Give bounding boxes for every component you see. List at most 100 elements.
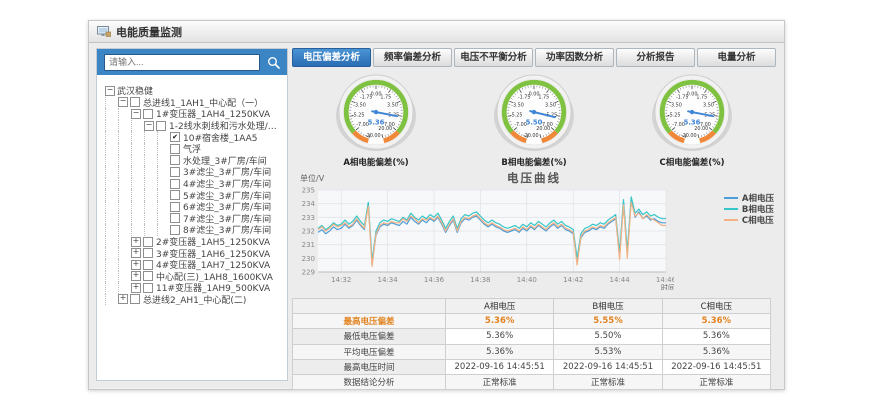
cell: 正常标准 xyxy=(446,374,554,389)
svg-text:14:44: 14:44 xyxy=(610,276,631,284)
expand-icon[interactable]: + xyxy=(131,271,141,281)
tree-checkbox[interactable] xyxy=(143,109,153,119)
tree-checkbox[interactable] xyxy=(143,271,153,281)
tree-item-label: 武汉稳健 xyxy=(117,85,153,97)
tree-guide xyxy=(131,120,144,132)
tree-checkbox[interactable] xyxy=(170,202,180,212)
expand-icon[interactable]: + xyxy=(131,237,141,247)
cell: 5.36% xyxy=(662,329,770,344)
svg-text:229: 229 xyxy=(302,269,315,277)
tree-checkbox[interactable] xyxy=(170,155,180,165)
legend-item[interactable]: B相电压 xyxy=(724,203,774,214)
tree-item-label: 8#滤尘_3#厂房/车间 xyxy=(183,224,271,236)
tree-guide xyxy=(118,131,131,143)
tree-guide xyxy=(118,108,131,120)
cell: 5.53% xyxy=(554,344,662,359)
gauge-label: C相电能偏差(%) xyxy=(627,156,757,168)
svg-text:-20.00: -20.00 xyxy=(523,133,539,139)
tree-item[interactable]: −1#变压器_1AH4_1250KVA xyxy=(105,108,285,120)
tree-item[interactable]: 水处理_3#厂房/车间 xyxy=(105,155,285,167)
legend-label: C相电压 xyxy=(742,214,774,226)
tree-guide xyxy=(105,282,118,294)
tree-guide xyxy=(105,143,118,155)
chart-unit-label: 单位/V xyxy=(300,173,324,184)
tree-checkbox[interactable] xyxy=(170,167,180,177)
tree-item[interactable]: +2#变压器_1AH5_1250KVA xyxy=(105,236,285,248)
svg-text:14:38: 14:38 xyxy=(470,276,490,284)
tree-guide xyxy=(144,131,157,143)
tree-item[interactable]: 7#滤尘_3#厂房/车间 xyxy=(105,213,285,225)
tree-checkbox[interactable] xyxy=(170,144,180,154)
svg-text:14:32: 14:32 xyxy=(331,276,351,284)
expand-icon[interactable]: + xyxy=(131,260,141,270)
tree-item[interactable]: +11#变压器_1AH9_500KVA xyxy=(105,282,285,294)
row-label: 最高电压时间 xyxy=(293,359,446,374)
tree-item[interactable]: −1-2线水刺线和污水处理/滤尘_1. xyxy=(105,120,285,132)
expand-icon[interactable]: + xyxy=(131,248,141,258)
collapse-icon[interactable]: − xyxy=(118,97,128,107)
tab-6[interactable]: 电量分析 xyxy=(697,48,776,67)
tree-guide xyxy=(118,143,131,155)
legend-item[interactable]: A相电压 xyxy=(724,192,774,203)
tree-item-label: 5#滤尘_3#厂房/车间 xyxy=(183,189,271,201)
tree-checkbox[interactable] xyxy=(143,237,153,247)
tree-item[interactable]: +总进线2_AH1_中心配(二) xyxy=(105,294,285,306)
tree-item[interactable]: −总进线1_1AH1_中心配（一） xyxy=(105,97,285,109)
search-input[interactable] xyxy=(104,54,260,71)
tree-checkbox[interactable] xyxy=(170,190,180,200)
tree-checkbox[interactable] xyxy=(170,179,180,189)
stats-table: A相电压B相电压C相电压 最高电压偏差5.36%5.55%5.36%最低电压偏差… xyxy=(292,298,771,390)
collapse-icon[interactable]: − xyxy=(105,86,115,96)
tree-guide xyxy=(157,201,170,213)
search-icon[interactable] xyxy=(267,56,280,69)
column-header: C相电压 xyxy=(662,299,770,314)
device-tree: −武汉稳健−总进线1_1AH1_中心配（一）−1#变压器_1AH4_1250KV… xyxy=(97,75,287,307)
tree-item[interactable]: 4#滤尘_3#厂房/车间 xyxy=(105,178,285,190)
tree-item[interactable]: 6#滤尘_3#厂房/车间 xyxy=(105,201,285,213)
legend-item[interactable]: C相电压 xyxy=(724,214,774,225)
tree-guide xyxy=(118,271,131,283)
tree-checkbox[interactable] xyxy=(130,294,140,304)
row-label: 数据结论分析 xyxy=(293,374,446,389)
tree-item[interactable]: ✔10#宿舍楼_1AA5 xyxy=(105,131,285,143)
tab-2[interactable]: 频率偏差分析 xyxy=(373,48,452,67)
tree-checkbox[interactable] xyxy=(143,260,153,270)
tree-guide xyxy=(131,189,144,201)
tree-guide xyxy=(131,224,144,236)
tree-guide xyxy=(131,131,144,143)
tree-checkbox[interactable]: ✔ xyxy=(170,132,180,142)
tab-3[interactable]: 电压不平衡分析 xyxy=(454,48,533,67)
tree-item[interactable]: +4#变压器_1AH7_1250KVA xyxy=(105,259,285,271)
tab-4[interactable]: 功率因数分析 xyxy=(535,48,614,67)
expand-icon[interactable]: + xyxy=(131,283,141,293)
tree-guide xyxy=(118,120,131,132)
tree-item[interactable]: 3#滤尘_3#厂房/车间 xyxy=(105,166,285,178)
tree-checkbox[interactable] xyxy=(143,248,153,258)
tree-guide xyxy=(157,189,170,201)
tab-1[interactable]: 电压偏差分析 xyxy=(292,48,371,67)
expand-icon[interactable]: + xyxy=(118,294,128,304)
tree-item-label: 11#变压器_1AH9_500KVA xyxy=(156,282,270,294)
tree-guide xyxy=(105,97,118,109)
tree-item[interactable]: −武汉稳健 xyxy=(105,85,285,97)
collapse-icon[interactable]: − xyxy=(131,109,141,119)
tree-guide xyxy=(105,155,118,167)
tree-guide xyxy=(131,201,144,213)
tree-item[interactable]: 8#滤尘_3#厂房/车间 xyxy=(105,224,285,236)
tree-checkbox[interactable] xyxy=(143,283,153,293)
collapse-icon[interactable]: − xyxy=(144,121,154,131)
tree-checkbox[interactable] xyxy=(130,97,140,107)
tab-5[interactable]: 分析报告 xyxy=(616,48,695,67)
tree-checkbox[interactable] xyxy=(170,213,180,223)
tree-item[interactable]: 5#滤尘_3#厂房/车间 xyxy=(105,189,285,201)
tree-item[interactable]: +3#变压器_1AH6_1250KVA xyxy=(105,247,285,259)
tree-item[interactable]: +中心配(三)_1AH8_1600KVA xyxy=(105,271,285,283)
monitor-icon xyxy=(97,26,111,37)
tree-checkbox[interactable] xyxy=(156,121,166,131)
tree-guide xyxy=(144,166,157,178)
svg-text:14:40: 14:40 xyxy=(517,276,537,284)
tree-item[interactable]: 气浮 xyxy=(105,143,285,155)
tree-guide xyxy=(157,224,170,236)
row-label: 最高电压偏差 xyxy=(293,314,446,329)
tree-checkbox[interactable] xyxy=(170,225,180,235)
